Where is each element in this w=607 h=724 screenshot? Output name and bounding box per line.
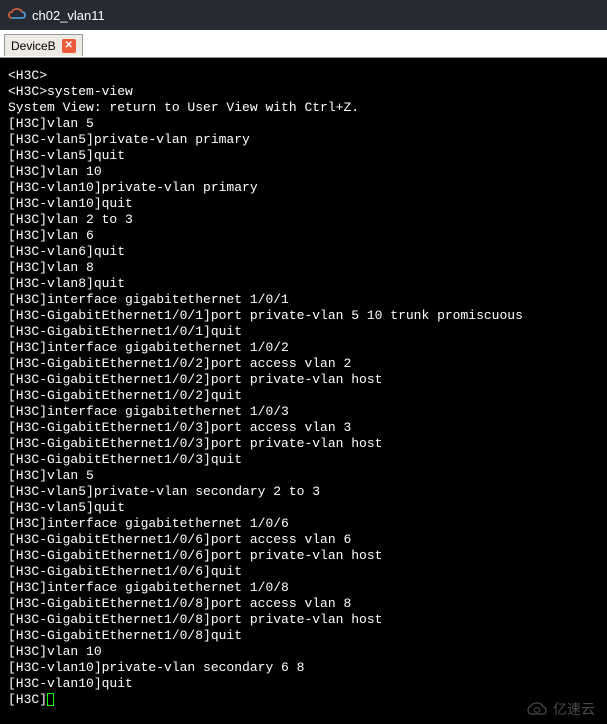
terminal-output[interactable]: <H3C><H3C>system-viewSystem View: return… (0, 58, 607, 718)
terminal-line: [H3C-vlan5]private-vlan secondary 2 to 3 (8, 484, 599, 500)
terminal-line: [H3C]vlan 6 (8, 228, 599, 244)
cloud-icon (8, 8, 26, 22)
terminal-line: [H3C-GigabitEthernet1/0/1]quit (8, 324, 599, 340)
terminal-line: [H3C-vlan8]quit (8, 276, 599, 292)
terminal-line: [H3C-vlan5]private-vlan primary (8, 132, 599, 148)
terminal-line: [H3C]vlan 5 (8, 116, 599, 132)
terminal-prompt: [H3C] (8, 692, 47, 707)
terminal-line: [H3C-GigabitEthernet1/0/3]port private-v… (8, 436, 599, 452)
terminal-line: [H3C]vlan 8 (8, 260, 599, 276)
terminal-line: [H3C]vlan 5 (8, 468, 599, 484)
terminal-line: System View: return to User View with Ct… (8, 100, 599, 116)
terminal-line: [H3C-vlan10]private-vlan primary (8, 180, 599, 196)
terminal-line: [H3C-GigabitEthernet1/0/6]port private-v… (8, 548, 599, 564)
terminal-line: [H3C-GigabitEthernet1/0/3]port access vl… (8, 420, 599, 436)
terminal-line: [H3C-vlan10]quit (8, 196, 599, 212)
terminal-line: [H3C]interface gigabitethernet 1/0/6 (8, 516, 599, 532)
window-title: ch02_vlan11 (32, 8, 105, 23)
tabbar: DeviceB ✕ (0, 30, 607, 58)
terminal-line: [H3C-GigabitEthernet1/0/3]quit (8, 452, 599, 468)
terminal-line: [H3C]interface gigabitethernet 1/0/2 (8, 340, 599, 356)
terminal-line: [H3C-vlan5]quit (8, 148, 599, 164)
terminal-line: [H3C]vlan 2 to 3 (8, 212, 599, 228)
terminal-line: [H3C-vlan5]quit (8, 500, 599, 516)
cloud-logo-icon (526, 701, 548, 717)
terminal-line: [H3C-GigabitEthernet1/0/8]port access vl… (8, 596, 599, 612)
terminal-line: [H3C-GigabitEthernet1/0/6]quit (8, 564, 599, 580)
terminal-line: <H3C> (8, 68, 599, 84)
terminal-line: [H3C-GigabitEthernet1/0/8]quit (8, 628, 599, 644)
titlebar: ch02_vlan11 (0, 0, 607, 30)
terminal-line: [H3C-GigabitEthernet1/0/2]port access vl… (8, 356, 599, 372)
terminal-line: [H3C-GigabitEthernet1/0/1]port private-v… (8, 308, 599, 324)
close-icon[interactable]: ✕ (62, 39, 76, 53)
terminal-line: <H3C>system-view (8, 84, 599, 100)
terminal-line: [H3C-vlan6]quit (8, 244, 599, 260)
terminal-line: [H3C-GigabitEthernet1/0/8]port private-v… (8, 612, 599, 628)
terminal-line: [H3C]interface gigabitethernet 1/0/8 (8, 580, 599, 596)
watermark-text: 亿速云 (553, 699, 595, 719)
terminal-line: [H3C]vlan 10 (8, 644, 599, 660)
tab-deviceb[interactable]: DeviceB ✕ (4, 34, 83, 56)
cursor-icon (47, 693, 54, 706)
terminal-line: [H3C-GigabitEthernet1/0/2]port private-v… (8, 372, 599, 388)
terminal-line: [H3C]interface gigabitethernet 1/0/1 (8, 292, 599, 308)
terminal-line: [H3C-GigabitEthernet1/0/6]port access vl… (8, 532, 599, 548)
terminal-line: [H3C]interface gigabitethernet 1/0/3 (8, 404, 599, 420)
terminal-line: [H3C-vlan10]quit (8, 676, 599, 692)
terminal-line: [H3C-vlan10]private-vlan secondary 6 8 (8, 660, 599, 676)
terminal-line: [H3C-GigabitEthernet1/0/2]quit (8, 388, 599, 404)
terminal-line: [H3C]vlan 10 (8, 164, 599, 180)
watermark: 亿速云 (526, 699, 595, 719)
tab-label: DeviceB (11, 39, 56, 53)
